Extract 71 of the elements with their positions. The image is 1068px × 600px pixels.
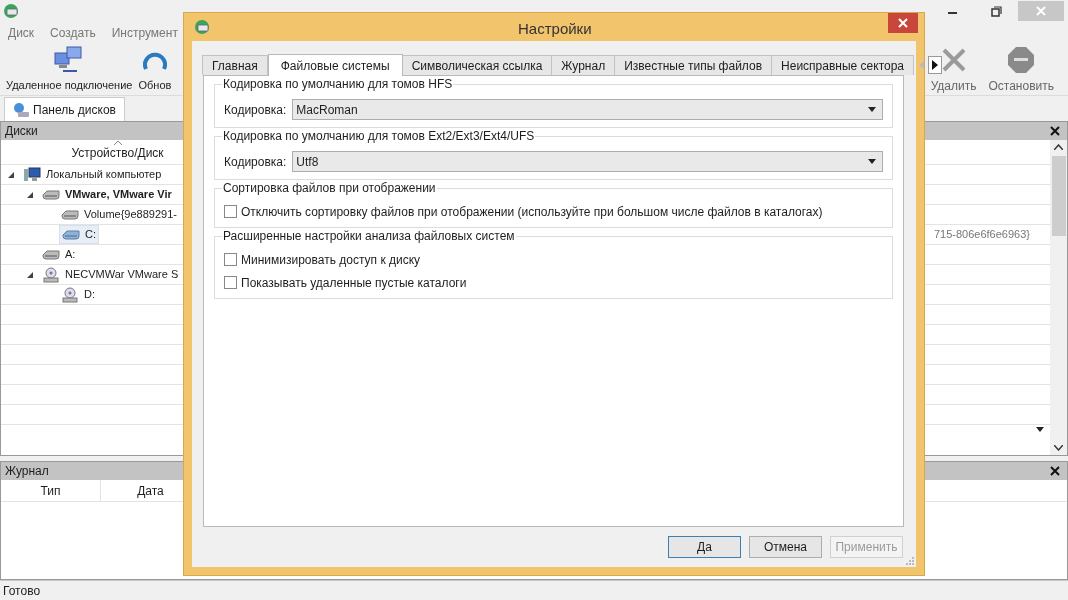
close-icon	[898, 18, 908, 28]
computer-icon	[23, 166, 41, 183]
app-icon	[194, 19, 210, 35]
toolbar-button[interactable]: Удалить	[930, 44, 977, 95]
tab[interactable]: Символическая ссылка	[401, 55, 553, 75]
minimize-icon	[948, 12, 957, 14]
expanded-arrow-icon[interactable]	[26, 190, 36, 199]
column-header[interactable]: Устройство/Диск	[1, 142, 184, 162]
encoding-dropdown[interactable]: Utf8	[292, 151, 883, 172]
tab[interactable]: Известные типы файлов	[614, 55, 773, 75]
tree-item[interactable]: VMware, VMware Vir	[40, 185, 174, 204]
panel-title: Диски	[5, 123, 38, 140]
dropdown-arrow-icon	[1036, 427, 1044, 432]
checkbox[interactable]: Отключить сортировку файлов при отображении (используйте при большом числе файлов в каталогах)	[224, 203, 883, 220]
hard-drive-icon	[42, 248, 60, 261]
field-label: Кодировка:	[224, 101, 287, 119]
field-label: Кодировка:	[224, 153, 287, 171]
tree-item[interactable]: D:	[59, 285, 97, 304]
table-cell-text: 715-806e6f6e6963}	[933, 227, 1030, 243]
toolbar-button[interactable]: Обнов	[138, 49, 172, 94]
encoding-dropdown[interactable]: MacRoman	[292, 99, 883, 120]
info-disk-icon	[13, 101, 29, 118]
checkbox[interactable]: Минимизировать доступ к диску	[224, 251, 883, 268]
tab[interactable]: Панель дисков	[4, 97, 125, 121]
scrollbar[interactable]	[1050, 140, 1067, 455]
dialog-button[interactable]: Да	[668, 536, 741, 558]
group-title: Расширенные настройки анализа файловых систем	[222, 229, 516, 243]
app-icon	[3, 3, 19, 19]
arrow-right-icon	[932, 60, 938, 70]
tree-item[interactable]: Volume{9e889291-	[59, 205, 179, 224]
hard-drive-icon	[61, 208, 79, 221]
close-icon	[1050, 466, 1060, 476]
menu-item[interactable]: Инструмент	[111, 24, 178, 42]
expanded-arrow-icon[interactable]	[26, 270, 36, 279]
tree-item[interactable]: A:	[40, 245, 78, 264]
group-title: Кодировка по умолчанию для томов Ext2/Ext3/Ext4/UFS	[222, 129, 536, 143]
resize-grip-icon	[906, 557, 914, 565]
close-button[interactable]	[888, 13, 918, 33]
column-header[interactable]: Тип	[1, 480, 101, 501]
hard-drive-icon	[42, 188, 60, 201]
status-bar: Готово	[0, 580, 1068, 600]
dialog-title: Настройки	[518, 19, 592, 39]
tree-item[interactable]: NECVMWar VMware S	[40, 265, 181, 284]
hard-drive-icon	[62, 228, 80, 241]
group-title: Сортировка файлов при отображении	[222, 181, 437, 195]
expanded-arrow-icon[interactable]	[7, 170, 17, 179]
tab[interactable]: Файловые системы	[267, 54, 403, 76]
menu-item[interactable]: Создать	[50, 24, 96, 42]
toolbar-button[interactable]: Остановить	[988, 44, 1054, 95]
tree-item[interactable]: Локальный компьютер	[21, 165, 164, 184]
dropdown-arrow-icon	[868, 159, 876, 164]
maximize-icon	[991, 5, 1002, 17]
sort-caret-icon	[114, 141, 122, 145]
stop-sign-icon	[1006, 44, 1037, 75]
panel-title: Журнал	[5, 463, 49, 480]
scroll-down-icon	[1054, 445, 1063, 451]
tab[interactable]: Неисправные сектора	[771, 55, 914, 75]
scroll-up-icon	[1054, 144, 1063, 150]
close-icon	[1036, 6, 1046, 16]
tab[interactable]: Главная	[202, 55, 268, 75]
close-icon	[1050, 126, 1060, 136]
checkbox[interactable]: Показывать удаленные пустые каталоги	[224, 274, 883, 291]
toolbar-button[interactable]: Удаленное подключение	[6, 45, 133, 94]
menu-item[interactable]: Диск	[8, 24, 35, 42]
dropdown-arrow-icon	[868, 107, 876, 112]
scrollbar-thumb[interactable]	[1051, 156, 1066, 236]
dialog-button[interactable]: Отмена	[749, 536, 822, 558]
group-title: Кодировка по умолчанию для томов HFS	[222, 77, 454, 91]
scroll-right-button[interactable]	[928, 56, 942, 74]
tab[interactable]: Журнал	[551, 55, 616, 75]
tree-item[interactable]: C:	[59, 225, 99, 244]
